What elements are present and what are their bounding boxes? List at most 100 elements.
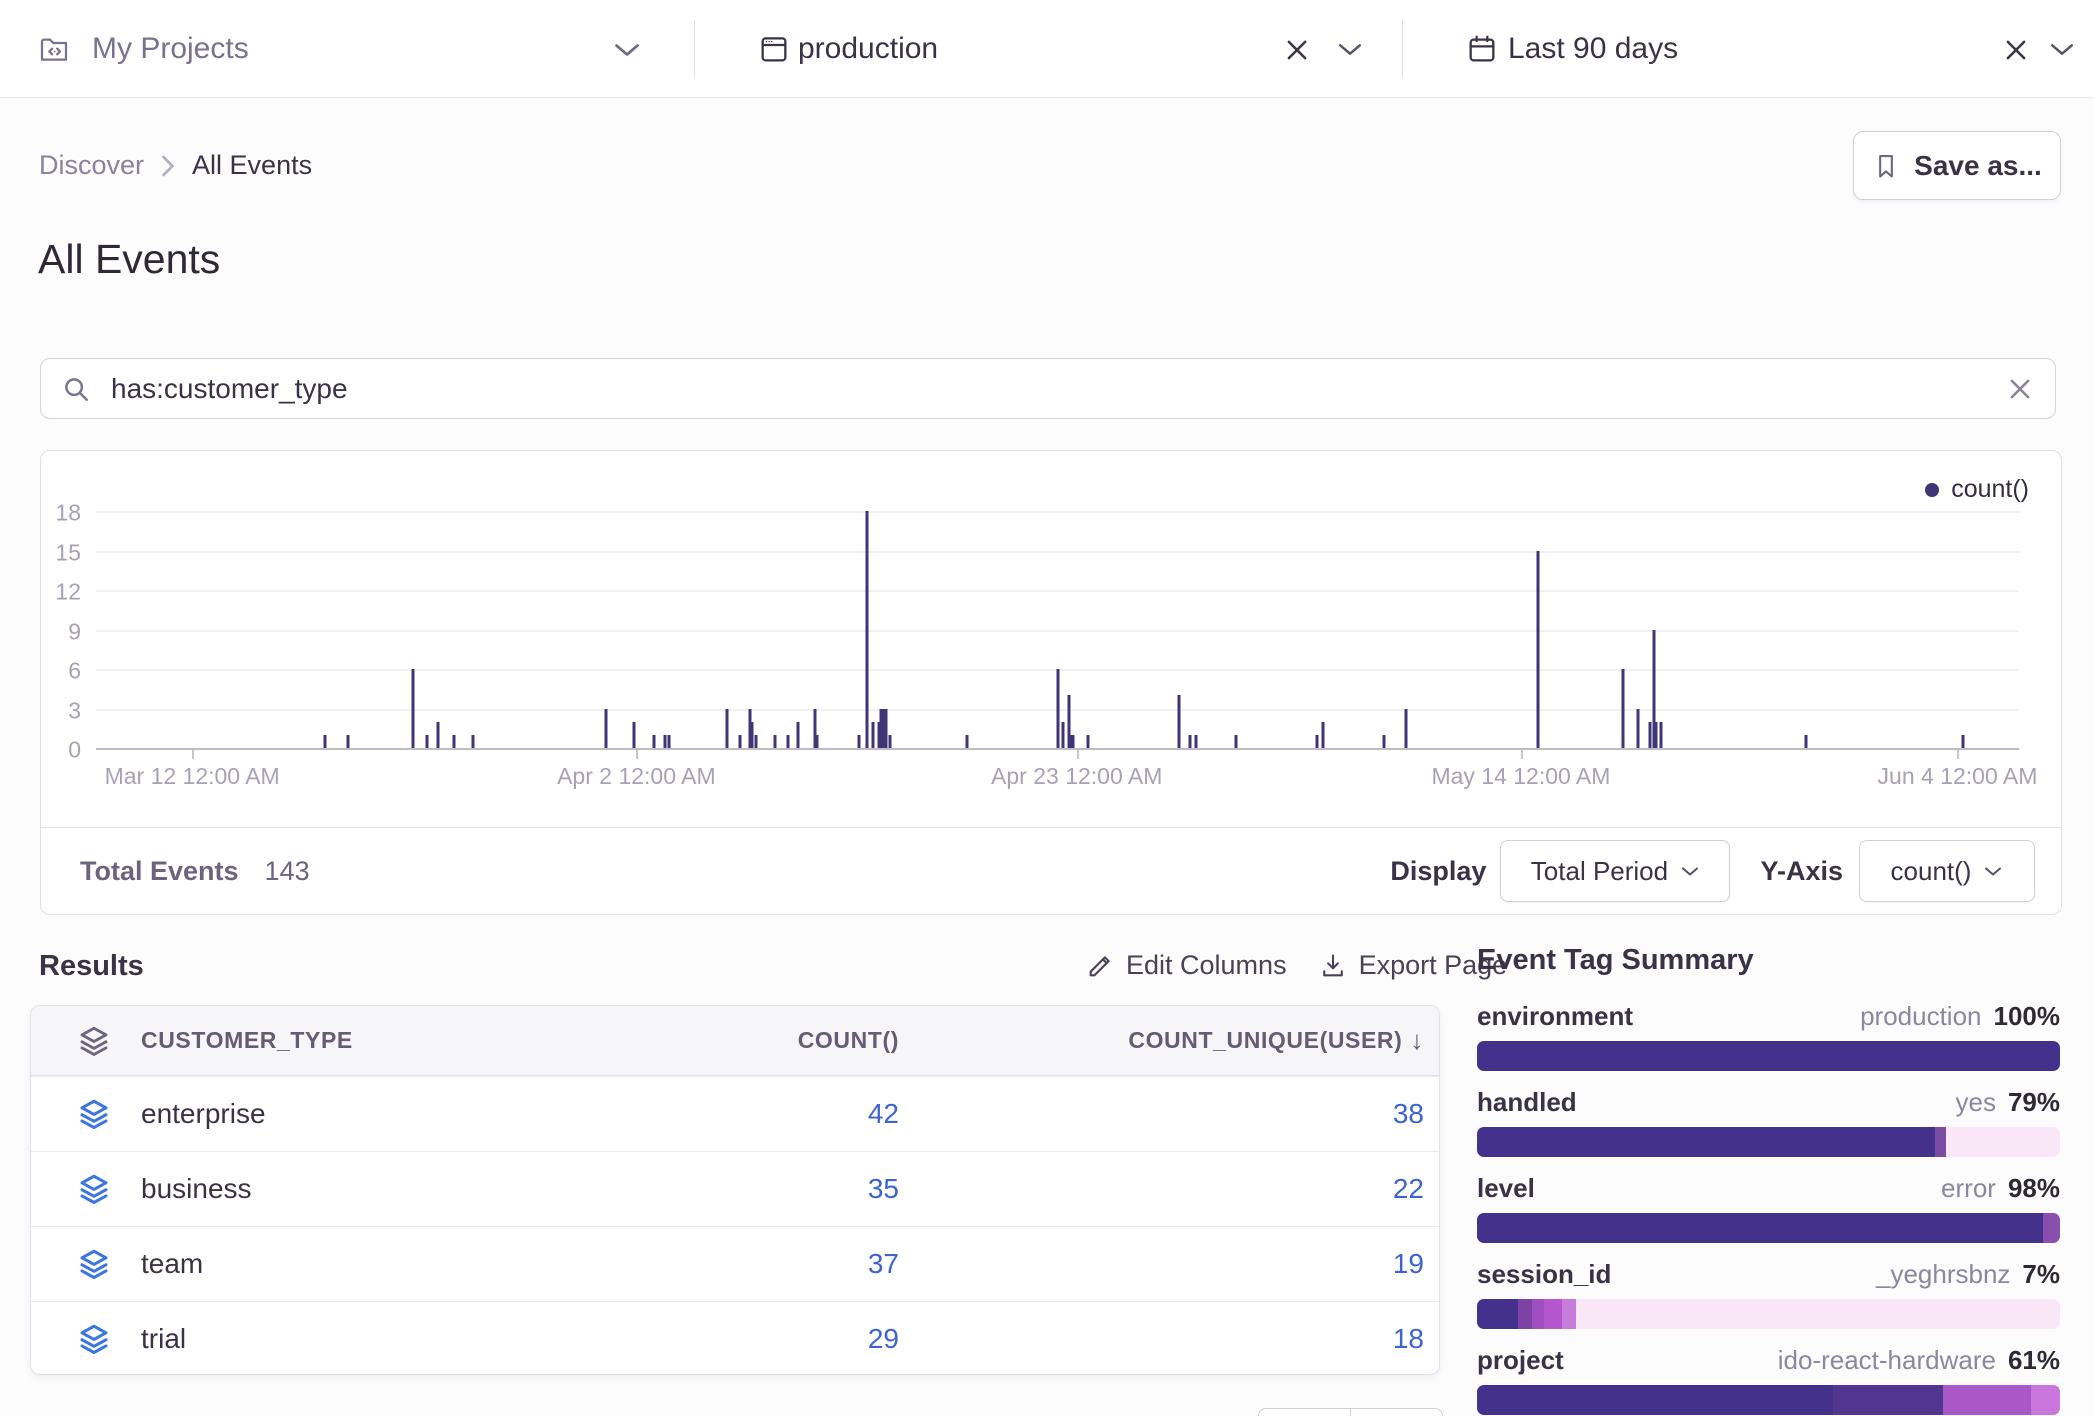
column-header-count-unique-user[interactable]: COUNT_UNIQUE(USER) ↓	[899, 1025, 1439, 1056]
chevron-down-icon[interactable]	[2048, 41, 2076, 58]
legend-series-label: count()	[1951, 475, 2029, 504]
x-axis-tick-label: May 14 12:00 AM	[1431, 763, 1610, 790]
chart-bar	[1383, 735, 1386, 748]
layers-icon	[31, 1246, 141, 1282]
x-axis-line	[96, 748, 2019, 750]
column-header-count[interactable]: COUNT()	[599, 1027, 899, 1054]
chart-bar	[412, 669, 415, 748]
breadcrumb: Discover All Events	[39, 150, 312, 181]
display-dropdown[interactable]: Total Period	[1500, 840, 1730, 902]
pagination-next-button[interactable]	[1350, 1408, 1443, 1416]
gridline	[96, 590, 2019, 592]
clear-date-icon[interactable]	[2003, 37, 2029, 63]
table-row[interactable]: trial 29 18	[31, 1301, 1439, 1375]
tag-row-handled: handled yes79%	[1477, 1077, 2060, 1163]
count-link[interactable]: 29	[868, 1323, 899, 1354]
chart-bar	[750, 722, 753, 748]
count-link[interactable]: 42	[868, 1098, 899, 1129]
customer-type-value: business	[141, 1173, 599, 1205]
projects-icon	[38, 33, 70, 65]
layers-icon	[31, 1023, 141, 1059]
column-header-customer-type[interactable]: CUSTOMER_TYPE	[141, 1027, 599, 1054]
count-link[interactable]: 35	[868, 1173, 899, 1204]
project-filter[interactable]: My Projects	[0, 0, 694, 97]
page-title: All Events	[38, 236, 220, 283]
chart-bar	[1804, 735, 1807, 748]
count-unique-link[interactable]: 19	[1393, 1248, 1424, 1280]
y-axis-tick-label: 9	[41, 618, 81, 645]
x-axis-tick-label: Apr 2 12:00 AM	[557, 763, 716, 790]
search-input[interactable]	[109, 372, 2007, 406]
table-row[interactable]: team 37 19	[31, 1226, 1439, 1301]
tag-distribution-bar[interactable]	[1477, 1213, 2060, 1243]
y-axis-tick-label: 18	[41, 500, 81, 527]
y-axis-tick-label: 0	[41, 737, 81, 764]
x-axis-tick-mark	[1077, 750, 1079, 759]
edit-columns-button[interactable]: Edit Columns	[1086, 950, 1287, 981]
results-actions: Edit Columns Export Page	[1086, 950, 1507, 981]
chart-bar	[1660, 722, 1663, 748]
x-axis-tick-label: Jun 4 12:00 AM	[1878, 763, 2038, 790]
clear-search-icon[interactable]	[2007, 376, 2033, 402]
y-axis-tick-label: 3	[41, 697, 81, 724]
chart-bar	[1194, 735, 1197, 748]
chart-bar	[881, 709, 884, 748]
chevron-down-icon[interactable]	[612, 41, 642, 59]
x-axis-tick-mark	[636, 750, 638, 759]
chart-bar	[668, 735, 671, 748]
tag-distribution-bar[interactable]	[1477, 1127, 2060, 1157]
pagination-previous-button[interactable]	[1258, 1408, 1351, 1416]
legend-series-dot	[1925, 483, 1939, 497]
calendar-icon	[1466, 33, 1498, 65]
chart-bar	[1648, 722, 1651, 748]
date-filter-label: Last 90 days	[1508, 32, 1678, 66]
breadcrumb-discover-link[interactable]: Discover	[39, 150, 144, 181]
tag-distribution-bar[interactable]	[1477, 1385, 2060, 1415]
chart-legend: count()	[1925, 475, 2029, 504]
chart-bar	[1321, 722, 1324, 748]
chart-bar	[452, 735, 455, 748]
save-as-button[interactable]: Save as...	[1853, 131, 2061, 200]
chart-bar	[1316, 735, 1319, 748]
x-axis-tick-label: Mar 12 12:00 AM	[105, 763, 280, 790]
sort-descending-icon: ↓	[1410, 1025, 1424, 1056]
tag-name: level	[1477, 1173, 1535, 1204]
chart-bar	[1056, 669, 1059, 748]
chevron-down-icon[interactable]	[1336, 41, 1364, 58]
chart-bar	[966, 735, 969, 748]
y-axis-dropdown[interactable]: count()	[1859, 840, 2035, 902]
tag-percent: 61%	[2008, 1345, 2060, 1375]
chart-bar	[1637, 709, 1640, 748]
chart-bar	[1062, 722, 1065, 748]
tag-summary-heading: Event Tag Summary	[1477, 944, 2060, 977]
breadcrumb-current: All Events	[192, 150, 312, 181]
tag-top-value: _yeghrsbnz	[1876, 1259, 2010, 1289]
tag-name: project	[1477, 1345, 1564, 1376]
tag-distribution-bar[interactable]	[1477, 1041, 2060, 1071]
chart-bar	[323, 735, 326, 748]
count-unique-link[interactable]: 22	[1393, 1173, 1424, 1205]
tag-top-value: error	[1941, 1173, 1996, 1203]
download-icon	[1319, 952, 1347, 980]
results-heading: Results	[39, 950, 144, 983]
chart-bar	[1071, 735, 1074, 748]
table-row[interactable]: business 35 22	[31, 1151, 1439, 1226]
table-row[interactable]: enterprise 42 38	[31, 1076, 1439, 1151]
count-unique-link[interactable]: 18	[1393, 1323, 1424, 1355]
chart-bar	[796, 722, 799, 748]
total-events: Total Events 143	[80, 828, 310, 914]
tag-distribution-bar[interactable]	[1477, 1299, 2060, 1329]
y-axis-tick-label: 12	[41, 579, 81, 606]
environment-filter[interactable]: production	[694, 0, 1402, 97]
tag-row-project: project ido-react-hardware61%	[1477, 1335, 2060, 1416]
clear-environment-icon[interactable]	[1284, 37, 1310, 63]
chart-bar	[739, 735, 742, 748]
date-range-filter[interactable]: Last 90 days	[1402, 0, 2094, 97]
count-link[interactable]: 37	[868, 1248, 899, 1279]
tag-row-session-id: session_id _yeghrsbnz7%	[1477, 1249, 2060, 1335]
chart-bar	[889, 735, 892, 748]
customer-type-value: team	[141, 1248, 599, 1280]
chart-bar	[816, 735, 819, 748]
chart-bar	[871, 722, 874, 748]
count-unique-link[interactable]: 38	[1393, 1098, 1424, 1130]
